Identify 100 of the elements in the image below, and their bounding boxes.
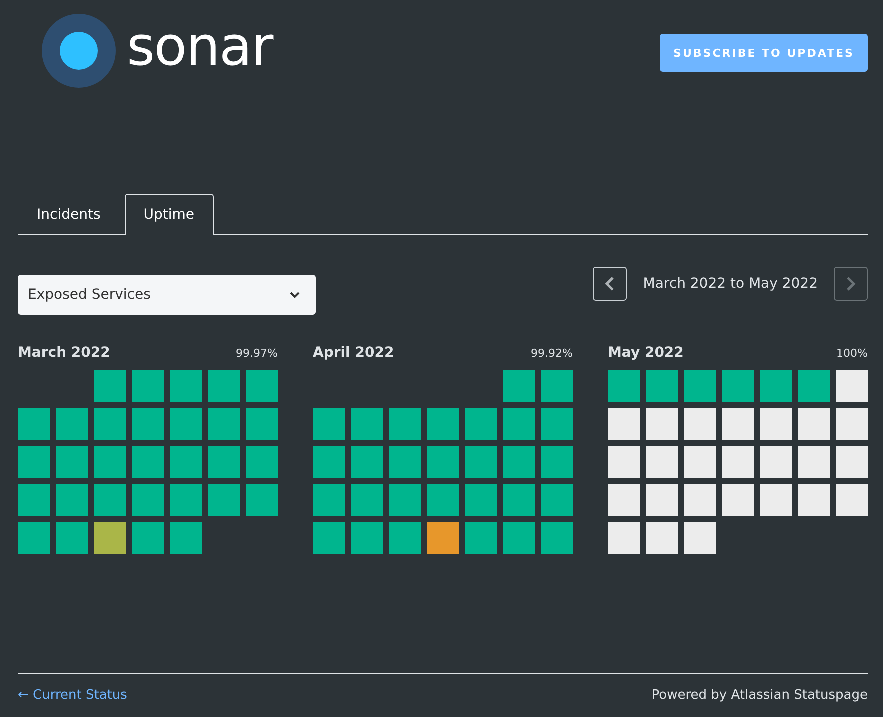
day-square[interactable]: [608, 522, 640, 554]
day-square[interactable]: [170, 408, 202, 440]
day-square[interactable]: [389, 408, 421, 440]
day-square[interactable]: [608, 408, 640, 440]
day-square[interactable]: [798, 408, 830, 440]
day-square[interactable]: [389, 522, 421, 554]
day-square[interactable]: [684, 484, 716, 516]
day-square[interactable]: [465, 446, 497, 478]
month-title: May 2022: [608, 345, 684, 361]
day-square[interactable]: [94, 522, 126, 554]
day-square[interactable]: [246, 370, 278, 402]
day-square[interactable]: [465, 408, 497, 440]
day-square[interactable]: [132, 522, 164, 554]
day-square[interactable]: [541, 370, 573, 402]
day-square[interactable]: [722, 408, 754, 440]
logo-icon: [41, 13, 117, 89]
day-square[interactable]: [427, 446, 459, 478]
day-square[interactable]: [313, 522, 345, 554]
day-square[interactable]: [503, 446, 535, 478]
day-square[interactable]: [389, 484, 421, 516]
day-square[interactable]: [389, 446, 421, 478]
day-square[interactable]: [18, 446, 50, 478]
day-square[interactable]: [56, 446, 88, 478]
chevron-left-icon: [605, 277, 616, 291]
day-square[interactable]: [722, 370, 754, 402]
day-square[interactable]: [684, 408, 716, 440]
day-square[interactable]: [646, 484, 678, 516]
day-square[interactable]: [94, 370, 126, 402]
day-square[interactable]: [503, 370, 535, 402]
day-square[interactable]: [170, 370, 202, 402]
day-square[interactable]: [684, 370, 716, 402]
tab[interactable]: Incidents: [18, 193, 120, 235]
day-square[interactable]: [798, 446, 830, 478]
day-square[interactable]: [170, 522, 202, 554]
day-square[interactable]: [798, 484, 830, 516]
previous-button[interactable]: [593, 267, 628, 301]
current-status-link[interactable]: ← Current Status: [18, 688, 128, 703]
day-square[interactable]: [760, 370, 792, 402]
day-square[interactable]: [646, 522, 678, 554]
tab[interactable]: Uptime: [124, 194, 214, 235]
day-square[interactable]: [541, 522, 573, 554]
day-square[interactable]: [427, 522, 459, 554]
day-square[interactable]: [836, 370, 868, 402]
day-square[interactable]: [608, 370, 640, 402]
day-square[interactable]: [351, 408, 383, 440]
day-square[interactable]: [132, 370, 164, 402]
day-square[interactable]: [56, 522, 88, 554]
day-square[interactable]: [351, 484, 383, 516]
day-square[interactable]: [132, 484, 164, 516]
day-square[interactable]: [503, 408, 535, 440]
day-square[interactable]: [427, 408, 459, 440]
day-square[interactable]: [722, 446, 754, 478]
day-square[interactable]: [170, 484, 202, 516]
day-square[interactable]: [94, 408, 126, 440]
day-square[interactable]: [760, 446, 792, 478]
day-square[interactable]: [541, 446, 573, 478]
day-square[interactable]: [608, 484, 640, 516]
day-square[interactable]: [246, 484, 278, 516]
day-square[interactable]: [503, 484, 535, 516]
day-square[interactable]: [56, 408, 88, 440]
day-square[interactable]: [351, 446, 383, 478]
day-square[interactable]: [541, 484, 573, 516]
day-square[interactable]: [18, 522, 50, 554]
day-square[interactable]: [608, 446, 640, 478]
day-square[interactable]: [836, 484, 868, 516]
day-square[interactable]: [351, 522, 383, 554]
day-square[interactable]: [313, 408, 345, 440]
day-square[interactable]: [94, 484, 126, 516]
day-square[interactable]: [465, 484, 497, 516]
day-square[interactable]: [427, 484, 459, 516]
day-square[interactable]: [94, 446, 126, 478]
day-square[interactable]: [208, 484, 240, 516]
day-square[interactable]: [465, 522, 497, 554]
day-square[interactable]: [760, 408, 792, 440]
day-square[interactable]: [56, 484, 88, 516]
day-square[interactable]: [684, 522, 716, 554]
component-select[interactable]: Exposed Services: [18, 275, 316, 315]
day-square[interactable]: [132, 408, 164, 440]
day-square[interactable]: [646, 446, 678, 478]
day-square[interactable]: [313, 446, 345, 478]
day-square[interactable]: [132, 446, 164, 478]
day-square[interactable]: [646, 370, 678, 402]
day-square[interactable]: [208, 446, 240, 478]
day-square[interactable]: [836, 446, 868, 478]
day-square[interactable]: [684, 446, 716, 478]
day-square[interactable]: [503, 522, 535, 554]
day-square[interactable]: [836, 408, 868, 440]
day-square[interactable]: [798, 370, 830, 402]
day-square[interactable]: [18, 484, 50, 516]
day-square[interactable]: [246, 408, 278, 440]
day-square[interactable]: [760, 484, 792, 516]
day-square[interactable]: [208, 370, 240, 402]
day-square[interactable]: [208, 408, 240, 440]
day-square[interactable]: [18, 408, 50, 440]
day-square[interactable]: [313, 484, 345, 516]
day-square[interactable]: [722, 484, 754, 516]
day-square[interactable]: [646, 408, 678, 440]
day-square[interactable]: [541, 408, 573, 440]
day-square[interactable]: [170, 446, 202, 478]
day-square[interactable]: [246, 446, 278, 478]
